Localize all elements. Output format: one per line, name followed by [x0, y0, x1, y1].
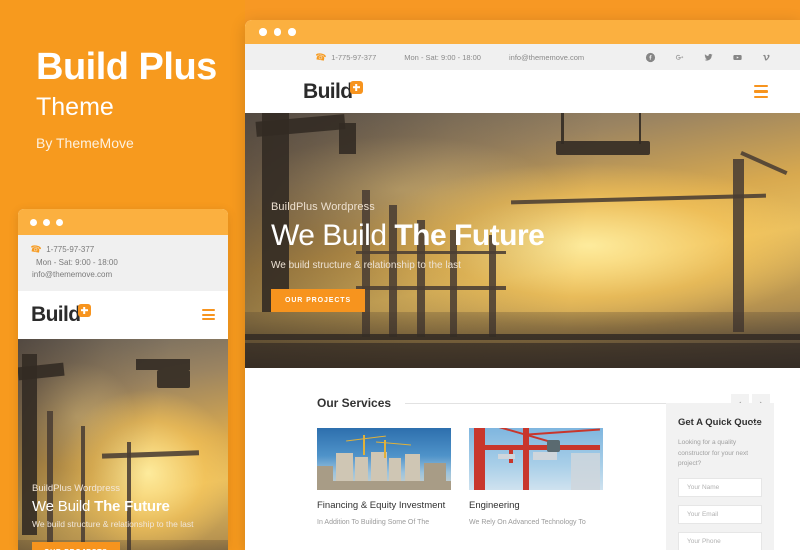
facebook-icon[interactable] — [645, 52, 656, 63]
service-card[interactable]: Engineering We Rely On Advanced Technolo… — [469, 428, 603, 529]
topbar-phone-text: 1-775-97-377 — [331, 52, 377, 62]
window-maximize-icon[interactable] — [288, 28, 296, 36]
service-card-image-red-crane — [469, 428, 603, 490]
mobile-topbar: ☎ 1-775-97-377 Mon - Sat: 9:00 - 18:00 i… — [18, 235, 228, 291]
mobile-phone-row[interactable]: ☎ 1-775-97-377 — [29, 243, 216, 257]
quick-quote-title: Get A Quick Quote — [678, 417, 762, 428]
mobile-logo-text: Build — [31, 302, 81, 326]
mobile-hours-text: Mon - Sat: 9:00 - 18:00 — [36, 257, 118, 267]
mobile-hamburger-menu-icon[interactable] — [202, 309, 215, 321]
quick-quote-description: Looking for a quality constructor for yo… — [678, 439, 749, 468]
quote-name-input[interactable]: Your Name — [678, 478, 762, 498]
plus-badge-icon — [349, 80, 363, 94]
mobile-hero-subheading: We build structure & relationship to the… — [32, 518, 194, 529]
services-section: Our Services ‹ › — [245, 368, 800, 550]
window-close-icon[interactable] — [259, 28, 267, 36]
window-dot-minimize-icon[interactable] — [43, 218, 50, 226]
service-card-desc: In Addition To Building Some Of The — [317, 519, 430, 526]
browser-titlebar — [245, 20, 800, 44]
twitter-icon[interactable] — [703, 52, 714, 63]
service-card-image-construction-site — [317, 428, 451, 490]
service-card[interactable]: Financing & Equity Investment In Additio… — [317, 428, 451, 529]
promo-brand-block: Build Plus Theme By ThemeMove — [36, 46, 236, 152]
youtube-icon[interactable] — [732, 52, 743, 63]
service-card-title: Engineering — [469, 500, 520, 511]
hamburger-menu-icon[interactable] — [754, 85, 768, 98]
site-logo-text: Build — [303, 79, 353, 103]
topbar-contact-group: ☎ 1-775-97-377 Mon - Sat: 9:00 - 18:00 i… — [314, 50, 584, 63]
mobile-hero-heading-light: We Build — [32, 497, 95, 515]
promo-panel: Build Plus Theme By ThemeMove ☎ 1-775-97… — [0, 0, 245, 550]
topbar-social-links — [645, 52, 772, 63]
phone-icon: ☎ — [29, 243, 43, 255]
mobile-mockup: ☎ 1-775-97-377 Mon - Sat: 9:00 - 18:00 i… — [18, 209, 228, 550]
topbar-email-text[interactable]: info@thememove.com — [509, 53, 584, 62]
services-title: Our Services — [317, 396, 392, 410]
topbar-phone[interactable]: ☎ 1-775-97-377 — [314, 50, 377, 63]
site-topbar: ☎ 1-775-97-377 Mon - Sat: 9:00 - 18:00 i… — [245, 44, 800, 70]
browser-window: ☎ 1-775-97-377 Mon - Sat: 9:00 - 18:00 i… — [245, 20, 800, 550]
hero-kicker: BuildPlus Wordpress — [271, 201, 375, 213]
site-logo[interactable]: Build — [303, 80, 363, 104]
vimeo-icon[interactable] — [761, 52, 772, 63]
our-projects-button[interactable]: OUR PROJECTS — [271, 288, 366, 312]
window-minimize-icon[interactable] — [273, 28, 281, 36]
mobile-hero-heading-bold: The Future — [94, 497, 170, 515]
quote-email-input[interactable]: Your Email — [678, 505, 762, 525]
mobile-hero-heading: We Build The Future — [32, 498, 218, 515]
quick-quote-divider — [751, 423, 760, 424]
promo-subtitle: Theme — [36, 92, 114, 121]
topbar-hours-text: Mon - Sat: 9:00 - 18:00 — [404, 52, 481, 62]
promo-title: Build Plus — [36, 46, 217, 88]
service-card-desc: We Rely On Advanced Technology To — [469, 519, 586, 526]
quick-quote-card: Get A Quick Quote Looking for a quality … — [666, 403, 774, 550]
quote-phone-input[interactable]: Your Phone — [678, 532, 762, 550]
hero-heading-bold: The Future — [394, 219, 545, 252]
hero-heading-light: We Build — [271, 219, 395, 252]
mobile-email-text[interactable]: info@thememove.com — [30, 269, 216, 281]
mobile-hero: BuildPlus Wordpress We Build The Future … — [18, 338, 228, 550]
phone-icon: ☎ — [314, 50, 328, 63]
mobile-titlebar — [18, 209, 228, 235]
window-dot-maximize-icon[interactable] — [56, 218, 63, 226]
hero-content: BuildPlus Wordpress We Build The Future … — [271, 201, 545, 312]
plus-badge-icon — [77, 303, 91, 317]
hero-section: BuildPlus Wordpress We Build The Future … — [245, 113, 800, 368]
window-dot-close-icon[interactable] — [30, 218, 37, 226]
mobile-phone-text: 1-775-97-377 — [46, 244, 95, 254]
site-header: Build — [245, 70, 800, 113]
google-plus-icon[interactable] — [674, 52, 685, 63]
service-card-title: Financing & Equity Investment — [317, 500, 446, 511]
mobile-header: Build — [18, 290, 228, 339]
hero-heading: We Build The Future — [271, 219, 545, 252]
mobile-logo[interactable]: Build — [31, 303, 91, 327]
mobile-our-projects-button[interactable]: OUR PROJECTS — [32, 541, 120, 550]
mobile-hero-content: BuildPlus Wordpress We Build The Future … — [32, 483, 218, 550]
hero-subheading: We build structure & relationship to the… — [271, 259, 461, 271]
promo-byline: By ThemeMove — [36, 135, 134, 152]
mobile-hero-kicker: BuildPlus Wordpress — [32, 482, 121, 494]
